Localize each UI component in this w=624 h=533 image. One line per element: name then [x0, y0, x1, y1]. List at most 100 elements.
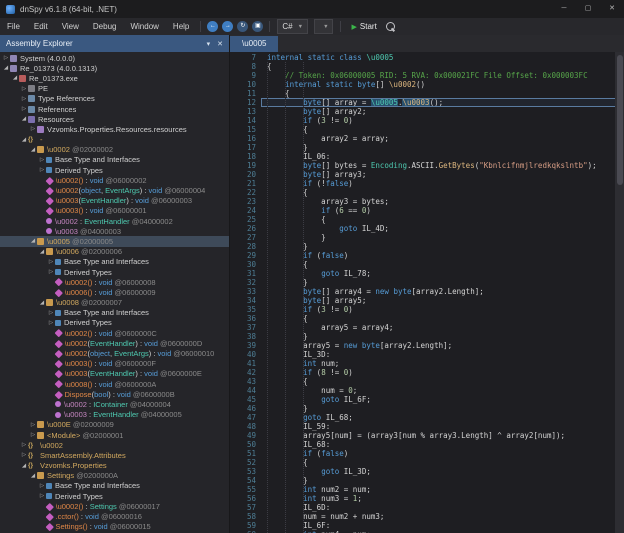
code-line[interactable]: array2 = array;: [261, 134, 624, 143]
tree-item[interactable]: \u0006() : void @06000009: [0, 287, 229, 297]
tree-item[interactable]: ◢Re_01373.exe: [0, 73, 229, 83]
tab-u0005[interactable]: \u0005: [230, 36, 278, 52]
tree-item[interactable]: ▷System (4.0.0.0): [0, 53, 229, 63]
code-line[interactable]: // Token: 0x06000005 RID: 5 RVA: 0x00002…: [261, 71, 624, 80]
chevron-down-icon[interactable]: ▾: [207, 40, 211, 48]
code-line[interactable]: {: [261, 89, 624, 98]
expand-arrow-icon[interactable]: ▷: [20, 452, 28, 458]
line-number[interactable]: 42: [230, 368, 256, 377]
code-line[interactable]: {: [261, 377, 624, 386]
line-number[interactable]: 17: [230, 143, 256, 152]
line-number[interactable]: 30: [230, 260, 256, 269]
code-line[interactable]: num = num2 + num3;: [261, 512, 624, 521]
maximize-button[interactable]: ▢: [576, 0, 600, 18]
tree-item[interactable]: ◢\u0005 @02000005: [0, 236, 229, 246]
expand-arrow-icon[interactable]: ▷: [2, 55, 10, 61]
code-line[interactable]: array3 = bytes;: [261, 197, 624, 206]
code-line[interactable]: goto IL_3D;: [261, 467, 624, 476]
code-line[interactable]: if (3 != 0): [261, 305, 624, 314]
collapse-arrow-icon[interactable]: ◢: [29, 473, 37, 479]
tree-item[interactable]: ▷{}SmartAssembly.Attributes: [0, 450, 229, 460]
expand-arrow-icon[interactable]: ▷: [20, 86, 28, 92]
code-line[interactable]: }: [261, 332, 624, 341]
line-number[interactable]: 59: [230, 521, 256, 530]
line-number[interactable]: 31: [230, 269, 256, 278]
tree-item[interactable]: \u0002 : EventHandler @04000002: [0, 216, 229, 226]
line-number[interactable]: 34: [230, 296, 256, 305]
code-line[interactable]: {: [261, 188, 624, 197]
close-button[interactable]: ✕: [600, 0, 624, 18]
line-number[interactable]: 52: [230, 458, 256, 467]
line-number[interactable]: 53: [230, 467, 256, 476]
code-line[interactable]: if (3 != 0): [261, 116, 624, 125]
language-select[interactable]: C# ▼: [277, 19, 308, 34]
expand-arrow-icon[interactable]: ▷: [47, 259, 55, 265]
line-number[interactable]: 58: [230, 512, 256, 521]
line-number[interactable]: 21: [230, 179, 256, 188]
tree-item[interactable]: ▷Base Type and Interfaces: [0, 155, 229, 165]
line-number[interactable]: 54: [230, 476, 256, 485]
line-number[interactable]: 46: [230, 404, 256, 413]
tree-item[interactable]: \u0003(EventHandler) : void @0600000E: [0, 369, 229, 379]
collapse-arrow-icon[interactable]: ◢: [20, 137, 28, 143]
code-line[interactable]: {: [261, 260, 624, 269]
code-line[interactable]: byte[] bytes = Encoding.ASCII.GetBytes("…: [261, 161, 624, 170]
tree-item[interactable]: ▷Derived Types: [0, 491, 229, 501]
expand-arrow-icon[interactable]: ▷: [29, 126, 37, 132]
expand-arrow-icon[interactable]: ▷: [29, 432, 37, 438]
expand-arrow-icon[interactable]: ▷: [29, 422, 37, 428]
tree-item[interactable]: \u0003 @04000003: [0, 226, 229, 236]
tree-item[interactable]: ▷References: [0, 104, 229, 114]
code-line-current[interactable]: byte[] array = \u0005.\u0003();: [261, 98, 624, 107]
expand-arrow-icon[interactable]: ▷: [20, 106, 28, 112]
code-line[interactable]: if (false): [261, 449, 624, 458]
code-line[interactable]: }: [261, 476, 624, 485]
line-number[interactable]: 32: [230, 278, 256, 287]
line-number[interactable]: 19: [230, 161, 256, 170]
code-line[interactable]: goto IL_6F;: [261, 395, 624, 404]
menu-debug[interactable]: Debug: [86, 22, 124, 31]
line-number-gutter[interactable]: 7891011121314151617181920212223242526272…: [230, 52, 261, 533]
code-line[interactable]: {: [261, 314, 624, 323]
line-number[interactable]: 39: [230, 341, 256, 350]
tree-item[interactable]: .cctor() : void @06000016: [0, 511, 229, 521]
line-number[interactable]: 48: [230, 422, 256, 431]
tree-item[interactable]: ◢Resources: [0, 114, 229, 124]
start-button[interactable]: ▶ Start: [352, 22, 377, 31]
scrollbar-thumb[interactable]: [617, 55, 623, 185]
collapse-arrow-icon[interactable]: ◢: [11, 75, 19, 81]
tree-item[interactable]: ▷<Module> @02000001: [0, 430, 229, 440]
tree-item[interactable]: \u0002() : Settings @06000017: [0, 501, 229, 511]
tree-item[interactable]: \u0002(object, EventArgs) : void @060000…: [0, 348, 229, 358]
close-icon[interactable]: ✕: [217, 40, 223, 48]
reload-icon[interactable]: ↻: [237, 21, 248, 32]
line-number[interactable]: 57: [230, 503, 256, 512]
tree-item[interactable]: ▷Derived Types: [0, 318, 229, 328]
line-number[interactable]: 8: [230, 62, 256, 71]
line-number[interactable]: 38: [230, 332, 256, 341]
line-number[interactable]: 29: [230, 251, 256, 260]
expand-arrow-icon[interactable]: ▷: [47, 269, 55, 275]
expand-arrow-icon[interactable]: ▷: [20, 442, 28, 448]
line-number[interactable]: 50: [230, 440, 256, 449]
line-number[interactable]: 37: [230, 323, 256, 332]
tree-item[interactable]: ▷Derived Types: [0, 267, 229, 277]
code-view[interactable]: internal static class \u0005{ // Token: …: [261, 52, 624, 533]
code-line[interactable]: byte[] array5;: [261, 296, 624, 305]
line-number[interactable]: 36: [230, 314, 256, 323]
code-line[interactable]: IL_6D:: [261, 503, 624, 512]
line-number[interactable]: 55: [230, 485, 256, 494]
line-number[interactable]: 33: [230, 287, 256, 296]
line-number[interactable]: 43: [230, 377, 256, 386]
line-number[interactable]: 7: [230, 53, 256, 62]
code-line[interactable]: }: [261, 278, 624, 287]
line-number[interactable]: 35: [230, 305, 256, 314]
back-icon[interactable]: ←: [207, 21, 218, 32]
collapse-arrow-icon[interactable]: ◢: [38, 300, 46, 306]
tree-item[interactable]: \u0002(object, EventArgs) : void @060000…: [0, 185, 229, 195]
code-line[interactable]: IL_59:: [261, 422, 624, 431]
tree-item[interactable]: \u0002() : void @06000002: [0, 175, 229, 185]
expand-arrow-icon[interactable]: ▷: [38, 167, 46, 173]
line-number[interactable]: 25: [230, 215, 256, 224]
tree-item[interactable]: \u0002() : void @06000008: [0, 277, 229, 287]
